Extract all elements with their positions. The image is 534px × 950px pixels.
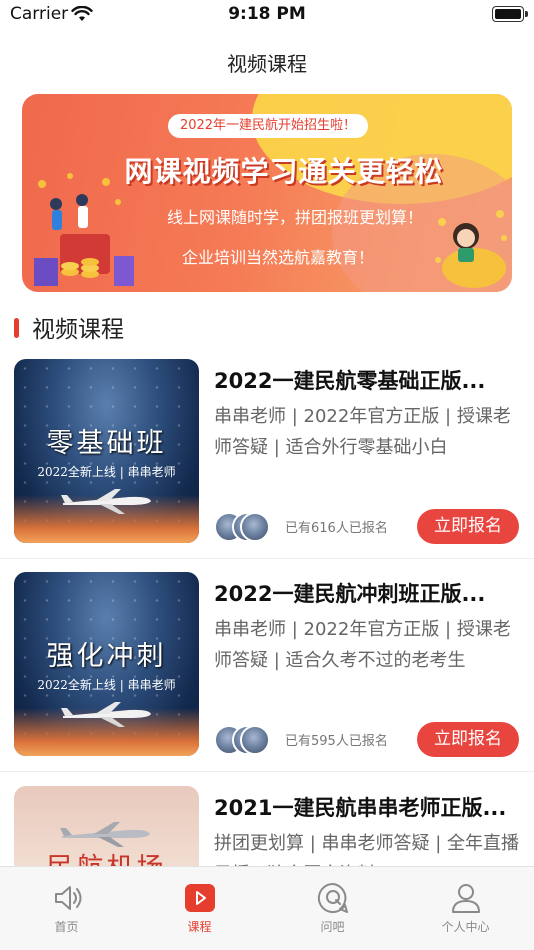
airplane-icon [60,822,150,847]
thumbnail-title: 零基础班 [46,428,167,459]
section-accent-bar [14,318,19,338]
thumbnail-subtitle: 2022全新上线 | 串串老师 [37,465,176,479]
avatar [240,512,270,542]
enrolled-avatars [214,512,270,542]
signup-button[interactable]: 立即报名 [417,722,519,757]
course-thumbnail[interactable]: 零基础班 2022全新上线 | 串串老师 [14,359,199,543]
battery-icon [492,6,528,22]
enrolled-count: 已有595人已报名 [285,734,388,749]
enrolled-avatars [214,725,270,755]
page-title: 视频课程 [227,52,307,76]
avatar [240,725,270,755]
tab-courses[interactable]: 课程 [133,867,266,950]
course-title[interactable]: 2022一建民航零基础正版... [214,365,519,395]
tab-questions[interactable]: 问吧 [266,867,399,950]
tab-home[interactable]: 首页 [0,867,133,950]
enrolled-count: 已有616人已报名 [285,521,388,536]
banner-pill: 2022年一建民航开始招生啦！ [168,114,368,138]
status-bar: Carrier 9:18 PM [0,0,534,30]
person-icon [452,884,480,913]
question-icon [317,882,348,913]
signup-button[interactable]: 立即报名 [417,509,519,544]
promo-banner[interactable]: 2022年一建民航开始招生啦！ 网课视频学习通关更轻松 线上网课随时学，拼团报班… [22,94,512,292]
play-icon [185,884,215,912]
thumbnail-title: 强化冲刺 [46,641,167,672]
airplane-icon [61,489,151,514]
tab-label: 问吧 [320,920,345,934]
banner-subtitle: 线上网课随时学，拼团报班更划算！ [167,208,424,227]
course-title[interactable]: 2021一建民航串串老师正版... [214,792,519,822]
course-card[interactable]: 强化冲刺 2022全新上线 | 串串老师 2022一建民航冲刺班正版... 串串… [0,572,534,772]
course-thumbnail[interactable]: 强化冲刺 2022全新上线 | 串串老师 [14,572,199,756]
piggy-bank-illustration [435,210,507,288]
banner-subtitle: 企业培训当然选航嘉教育！ [182,248,375,267]
clock: 9:18 PM [228,4,306,24]
tab-label: 个人中心 [441,920,490,934]
banner-headline: 网课视频学习通关更轻松 [124,155,444,188]
course-description: 串串老师 | 2022年官方正版 | 授课老师答疑 | 适合外行零基础小白 [214,406,511,458]
tab-label: 课程 [187,920,212,934]
course-title[interactable]: 2022一建民航冲刺班正版... [214,578,519,608]
tab-label: 首页 [54,920,79,934]
course-card[interactable]: 零基础班 2022全新上线 | 串串老师 2022一建民航零基础正版... 串串… [0,359,534,559]
tab-bar: 首页 课程 问吧 个人中心 [0,866,534,950]
thumbnail-subtitle: 2022全新上线 | 串串老师 [37,678,176,692]
course-description: 串串老师 | 2022年官方正版 | 授课老师答疑 | 适合久考不过的老考生 [214,619,511,671]
airplane-icon [61,702,151,727]
speaker-icon [55,886,82,910]
tab-profile[interactable]: 个人中心 [399,867,532,950]
section-title: 视频课程 [32,317,124,343]
